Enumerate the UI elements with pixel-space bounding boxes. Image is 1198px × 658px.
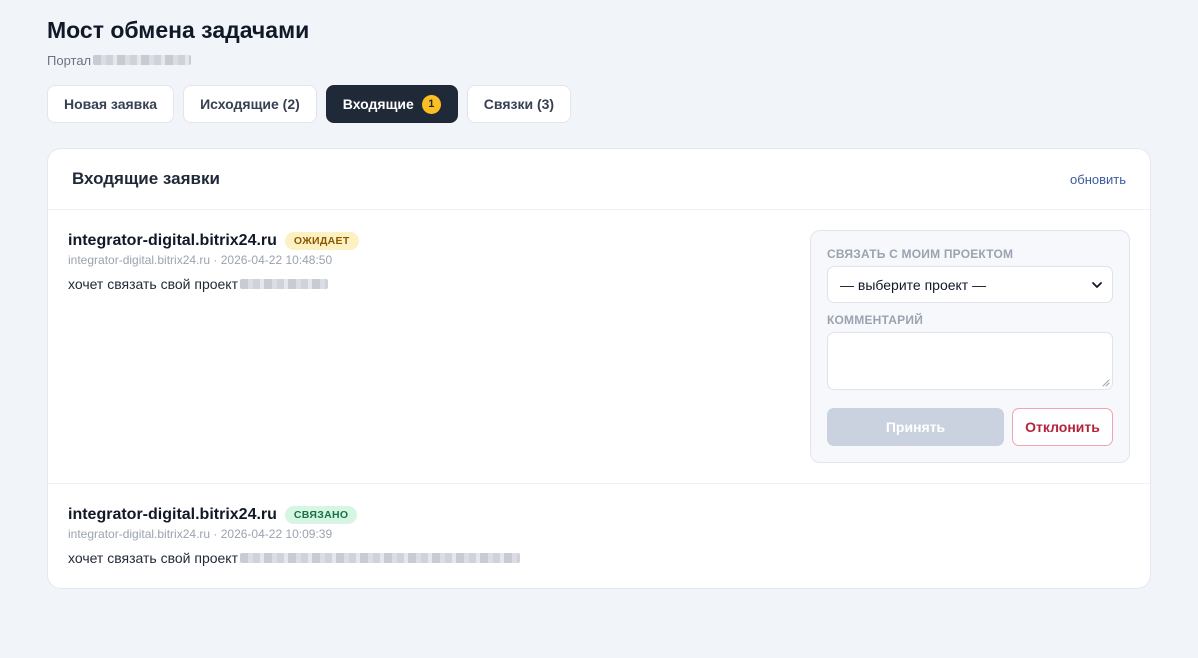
panel-actions: Принять Отклонить (827, 408, 1113, 446)
project-select-label: СВЯЗАТЬ С МОИМ ПРОЕКТОМ (827, 247, 1014, 261)
resize-grip-icon[interactable] (1101, 378, 1110, 387)
comment-textarea[interactable] (827, 332, 1113, 390)
tab-label: Входящие (342, 96, 414, 112)
request-item: integrator-digital.bitrix24.ru ОЖИДАЕТ i… (48, 210, 1150, 484)
tab-bar: Новая заявка Исходящие (2) Входящие 1 Св… (47, 85, 1151, 123)
tab-new-request[interactable]: Новая заявка (47, 85, 175, 123)
request-domain: integrator-digital.bitrix24.ru (68, 232, 277, 249)
request-meta: integrator-digital.bitrix24.ru · 2026-04… (68, 527, 333, 541)
reject-button[interactable]: Отклонить (1012, 408, 1113, 446)
request-header: integrator-digital.bitrix24.ru ОЖИДАЕТ (68, 232, 359, 250)
redacted-project-name (240, 279, 329, 289)
request-item: integrator-digital.bitrix24.ru СВЯЗАНО i… (48, 484, 1150, 588)
chevron-down-icon (1092, 281, 1102, 288)
comment-label: КОММЕНТАРИЙ (827, 313, 924, 327)
status-badge: ОЖИДАЕТ (284, 232, 359, 250)
tab-outgoing[interactable]: Исходящие (2) (183, 85, 317, 123)
request-text: хочет связать свой проект (68, 550, 521, 566)
project-select-value: — выберите проект — (840, 276, 987, 293)
project-select[interactable]: — выберите проект — (827, 266, 1113, 303)
tab-count-badge: 1 (421, 94, 441, 114)
card-header: Входящие заявки обновить (48, 149, 1150, 210)
request-header: integrator-digital.bitrix24.ru СВЯЗАНО (68, 506, 520, 524)
incoming-requests-card: Входящие заявки обновить integrator-digi… (47, 148, 1151, 589)
redacted-portal-name (93, 55, 192, 65)
tab-label: Исходящие (2) (200, 96, 300, 112)
accept-button[interactable]: Принять (827, 408, 1004, 446)
link-project-panel: СВЯЗАТЬ С МОИМ ПРОЕКТОМ — выберите проек… (810, 230, 1130, 463)
request-info: integrator-digital.bitrix24.ru СВЯЗАНО i… (68, 504, 521, 566)
tab-incoming[interactable]: Входящие 1 (325, 85, 458, 123)
portal-label: Портал (47, 52, 92, 68)
request-description: хочет связать свой проект (68, 550, 239, 566)
request-text: хочет связать свой проект (68, 276, 359, 292)
tab-links[interactable]: Связки (3) (466, 85, 572, 123)
tab-label: Новая заявка (64, 96, 158, 112)
status-badge: СВЯЗАНО (284, 506, 358, 524)
request-domain: integrator-digital.bitrix24.ru (68, 506, 277, 523)
portal-line: Портал (47, 51, 1151, 69)
request-description: хочет связать свой проект (68, 276, 239, 292)
tab-label: Связки (3) (483, 96, 555, 112)
page: Мост обмена задачами Портал Новая заявка… (47, 0, 1151, 589)
redacted-project-name (240, 553, 521, 563)
card-title: Входящие заявки (72, 169, 220, 188)
request-meta: integrator-digital.bitrix24.ru · 2026-04… (68, 253, 333, 267)
request-info: integrator-digital.bitrix24.ru ОЖИДАЕТ i… (68, 230, 359, 463)
refresh-link[interactable]: обновить (1070, 172, 1126, 187)
page-title: Мост обмена задачами (47, 17, 310, 43)
